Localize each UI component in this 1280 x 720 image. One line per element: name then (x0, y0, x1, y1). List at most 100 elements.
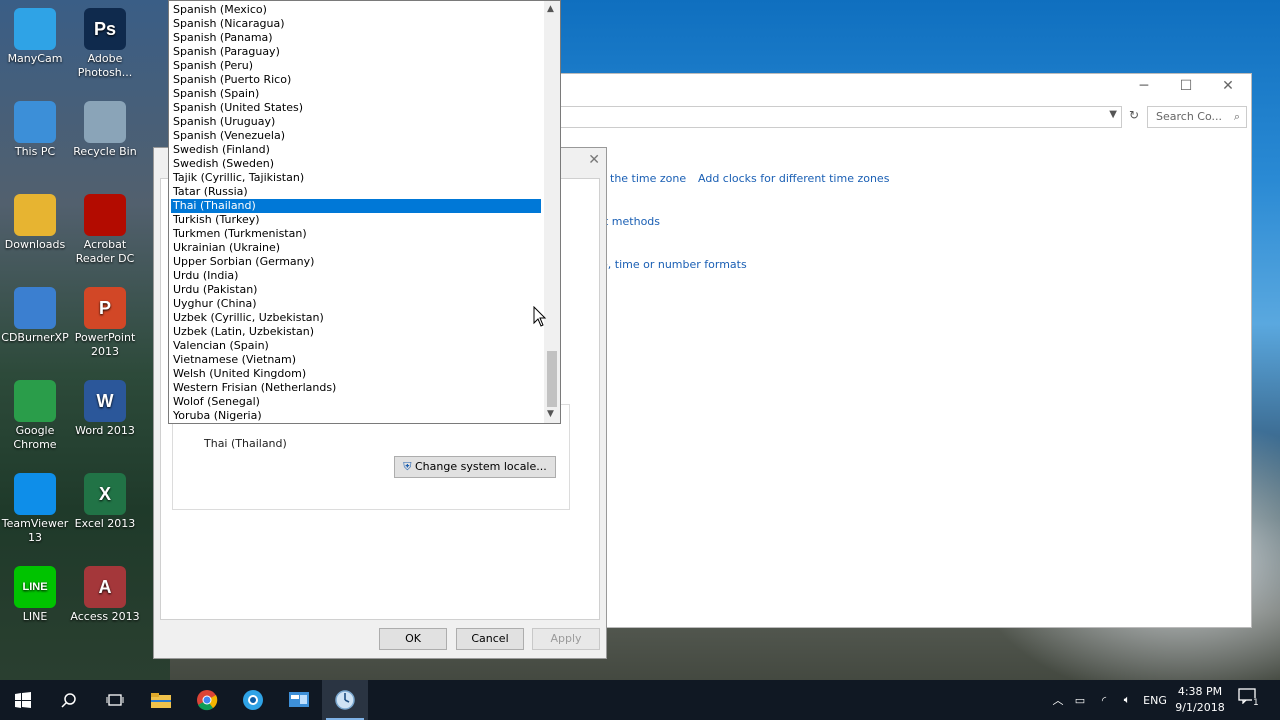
control-panel-icon (289, 692, 309, 707)
manycam-icon (14, 8, 56, 50)
list-item[interactable]: Yoruba (Nigeria) (171, 409, 541, 423)
desktop-icon-label: PowerPoint 2013 (74, 331, 136, 358)
ok-button[interactable]: OK (379, 628, 447, 650)
list-item[interactable]: Uzbek (Latin, Uzbekistan) (171, 325, 541, 339)
task-view-icon (106, 694, 124, 706)
cdburner-icon (14, 287, 56, 329)
desktop-icon-label: TeamViewer 13 (1, 517, 69, 544)
list-item[interactable]: Spanish (Nicaragua) (171, 17, 541, 31)
list-item[interactable]: Spanish (Uruguay) (171, 115, 541, 129)
address-bar[interactable]: ▼ (561, 106, 1122, 128)
search-icon: ⌕ (1233, 110, 1240, 123)
acrobat-icon (84, 194, 126, 236)
chevron-down-icon[interactable]: ▼ (1109, 109, 1117, 120)
desktop-icon-label: Acrobat Reader DC (75, 238, 135, 265)
list-item-selected[interactable]: Thai (Thailand) (171, 199, 541, 213)
link-time-zone[interactable]: the time zone (610, 172, 686, 185)
language-indicator[interactable]: ENG (1138, 694, 1172, 707)
desktop-icon-cdburner[interactable]: CDBurnerXP (0, 287, 70, 345)
desktop-icon-excel[interactable]: X Excel 2013 (70, 473, 140, 531)
list-item[interactable]: Turkish (Turkey) (171, 213, 541, 227)
list-item[interactable]: Spanish (Peru) (171, 59, 541, 73)
minimize-icon[interactable]: ─ (1129, 78, 1159, 98)
desktop-icon-label: CDBurnerXP (1, 331, 69, 344)
list-item[interactable]: Spanish (Spain) (171, 87, 541, 101)
list-item[interactable]: Upper Sorbian (Germany) (171, 255, 541, 269)
desktop-icon-downloads-folder[interactable]: Downloads (0, 194, 70, 252)
control-panel-taskbar-button[interactable] (276, 680, 322, 720)
start-button[interactable] (0, 680, 46, 720)
desktop-icon-label: Access 2013 (70, 610, 140, 623)
list-item[interactable]: Turkmen (Turkmenistan) (171, 227, 541, 241)
manycam-taskbar-button[interactable] (230, 680, 276, 720)
list-item[interactable]: Welsh (United Kingdom) (171, 367, 541, 381)
scrollbar[interactable]: ▲ ▼ (544, 1, 560, 423)
refresh-icon[interactable]: ↻ (1129, 108, 1139, 122)
region-settings-taskbar-button[interactable] (322, 680, 368, 720)
apply-button[interactable]: Apply (532, 628, 600, 650)
link-input-methods[interactable]: t methods (604, 215, 660, 228)
search-button[interactable] (46, 680, 92, 720)
list-item[interactable]: Swedish (Finland) (171, 143, 541, 157)
close-icon[interactable]: ✕ (1213, 78, 1243, 98)
maximize-icon[interactable]: ☐ (1171, 78, 1201, 98)
list-item[interactable]: Valencian (Spain) (171, 339, 541, 353)
list-item[interactable]: Tajik (Cyrillic, Tajikistan) (171, 171, 541, 185)
battery-icon[interactable]: ▭ (1068, 694, 1092, 707)
list-item[interactable]: Uyghur (China) (171, 297, 541, 311)
link-add-clocks[interactable]: Add clocks for different time zones (698, 172, 889, 185)
list-item[interactable]: Spanish (Puerto Rico) (171, 73, 541, 87)
desktop-icon-line[interactable]: LINE LINE (0, 566, 70, 624)
scroll-down-icon[interactable]: ▼ (547, 409, 554, 419)
chevron-up-icon[interactable]: ︿ (1048, 692, 1068, 708)
chrome-taskbar-button[interactable] (184, 680, 230, 720)
computer-icon (14, 101, 56, 143)
list-item[interactable]: Urdu (Pakistan) (171, 283, 541, 297)
desktop-icon-teamviewer[interactable]: TeamViewer 13 (0, 473, 70, 545)
notification-count: 1 (1252, 698, 1260, 708)
desktop-icon-acrobat[interactable]: Acrobat Reader DC (70, 194, 140, 266)
list-item[interactable]: Western Frisian (Netherlands) (171, 381, 541, 395)
list-item[interactable]: Wolof (Senegal) (171, 395, 541, 409)
file-explorer-button[interactable] (138, 680, 184, 720)
task-view-button[interactable] (92, 680, 138, 720)
action-center-button[interactable]: 1 (1238, 688, 1266, 712)
desktop-icon-word[interactable]: W Word 2013 (70, 380, 140, 438)
list-item[interactable]: Uzbek (Cyrillic, Uzbekistan) (171, 311, 541, 325)
desktop-icon-label: ManyCam (7, 52, 63, 65)
desktop-icon-label: LINE (22, 610, 48, 623)
desktop-icon-label: Word 2013 (75, 424, 135, 437)
close-icon[interactable]: ✕ (588, 152, 600, 168)
cancel-button[interactable]: Cancel (456, 628, 524, 650)
scroll-up-icon[interactable]: ▲ (547, 4, 554, 14)
chrome-icon (14, 380, 56, 422)
list-item[interactable]: Spanish (United States) (171, 101, 541, 115)
link-formats[interactable]: e, time or number formats (601, 258, 747, 271)
search-input[interactable]: Search Co... ⌕ (1147, 106, 1247, 128)
list-item[interactable]: Urdu (India) (171, 269, 541, 283)
list-item[interactable]: Spanish (Venezuela) (171, 129, 541, 143)
list-item[interactable]: Vietnamese (Vietnam) (171, 353, 541, 367)
change-system-locale-button[interactable]: ⛨ Change system locale... (394, 456, 556, 478)
desktop-icon-access[interactable]: A Access 2013 (70, 566, 140, 624)
clock[interactable]: 4:38 PM 9/1/2018 (1170, 684, 1230, 716)
list-item[interactable]: Spanish (Panama) (171, 31, 541, 45)
volume-icon[interactable]: 🔈︎ (1116, 693, 1138, 707)
desktop-icon-chrome[interactable]: Google Chrome (0, 380, 70, 452)
desktop-icon-recycle-bin[interactable]: Recycle Bin (70, 101, 140, 159)
list-item[interactable]: Tatar (Russia) (171, 185, 541, 199)
desktop-icon-powerpoint[interactable]: P PowerPoint 2013 (70, 287, 140, 359)
list-item[interactable]: Ukrainian (Ukraine) (171, 241, 541, 255)
list-item[interactable]: Spanish (Paraguay) (171, 45, 541, 59)
desktop-icon-computer[interactable]: This PC (0, 101, 70, 159)
desktop-icon-manycam[interactable]: ManyCam (0, 8, 70, 66)
scrollbar-thumb[interactable] (547, 351, 557, 407)
locale-dropdown-list[interactable]: Spanish (Mexico) Spanish (Nicaragua) Spani… (168, 0, 561, 424)
list-item[interactable]: Spanish (Mexico) (171, 3, 541, 17)
wifi-icon[interactable]: ◜ (1092, 694, 1116, 707)
desktop-icon-label: Excel 2013 (74, 517, 136, 530)
desktop-icon-photoshop[interactable]: Ps Adobe Photosh... (70, 8, 140, 80)
list-item[interactable]: Swedish (Sweden) (171, 157, 541, 171)
windows-logo-icon (15, 692, 31, 708)
clock-date: 9/1/2018 (1175, 701, 1225, 714)
